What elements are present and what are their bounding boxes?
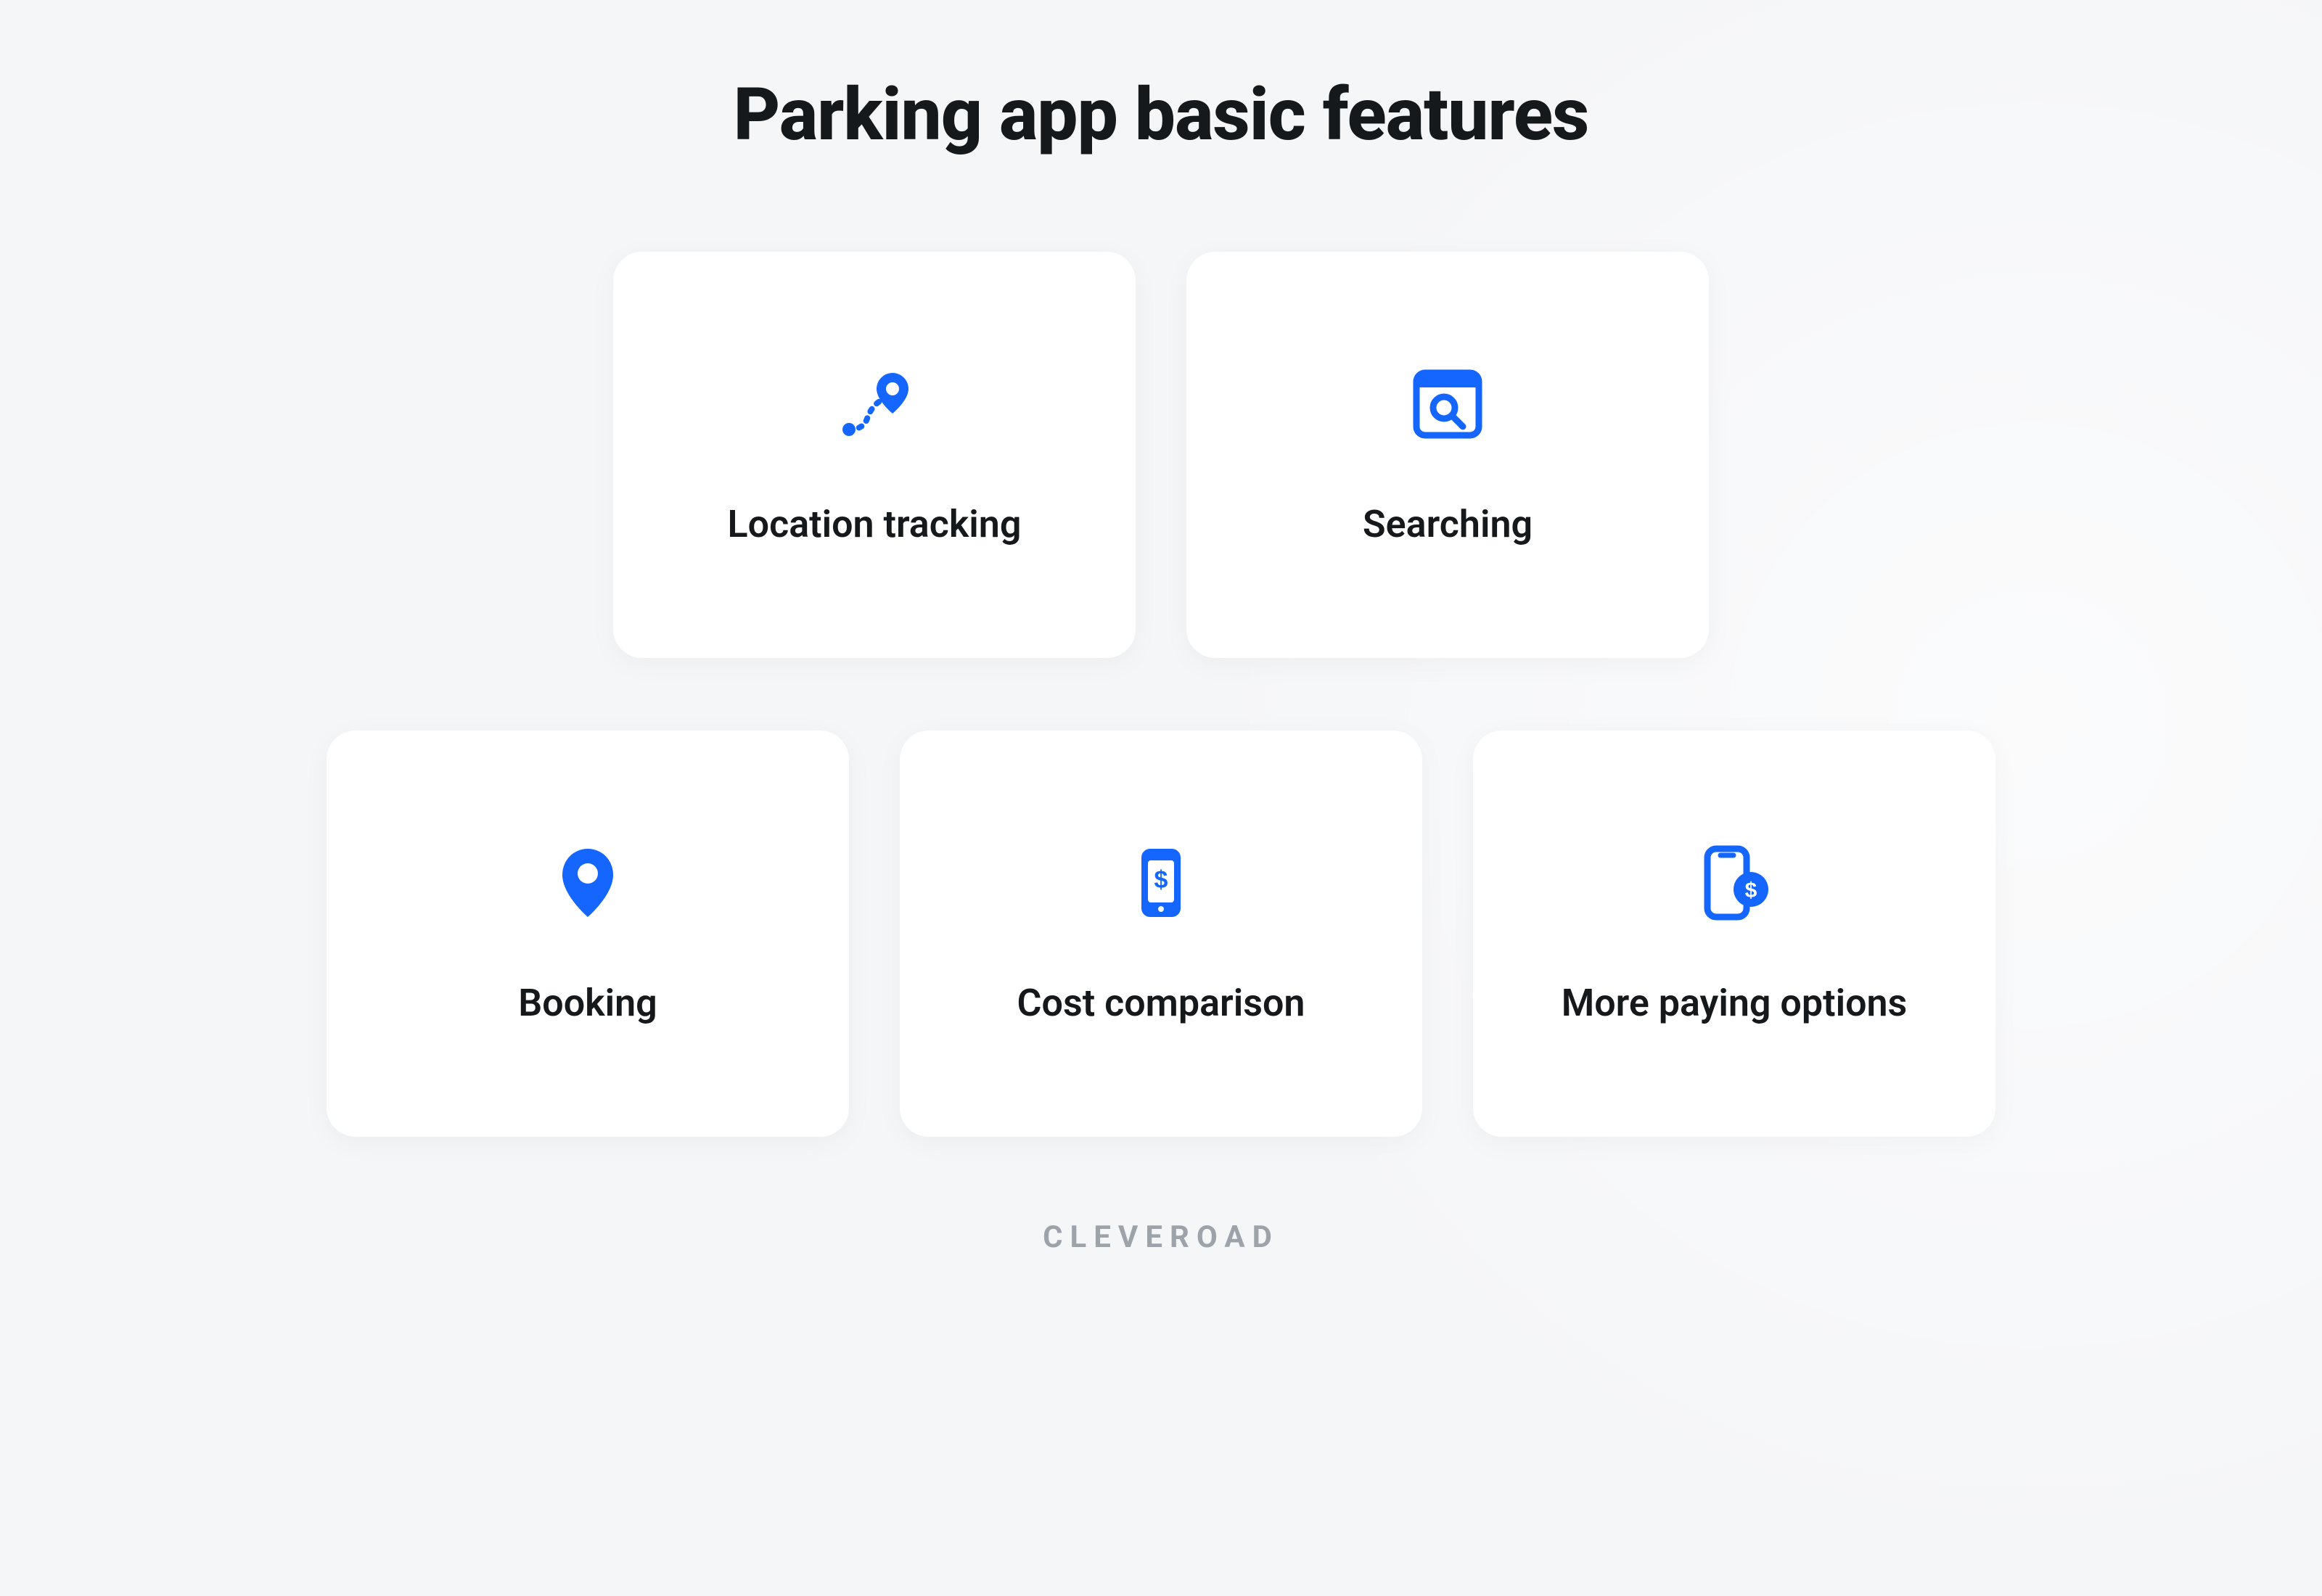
feature-label: Cost comparison	[1017, 981, 1305, 1025]
feature-label: Booking	[518, 981, 657, 1025]
feature-card-booking: Booking	[327, 731, 849, 1137]
feature-label: More paying options	[1562, 981, 1908, 1025]
feature-card-paying-options: $ More paying options	[1473, 731, 1995, 1137]
page-title: Parking app basic features	[734, 73, 1589, 157]
phone-coin-icon: $	[1694, 843, 1774, 923]
phone-dollar-icon: $	[1121, 843, 1201, 923]
feature-label: Searching	[1363, 502, 1533, 546]
map-pin-icon	[548, 843, 628, 923]
feature-row-1: Location tracking Searching	[613, 252, 1709, 658]
feature-row-2: Booking $ Cost comparison $	[327, 731, 1995, 1137]
location-route-icon	[834, 364, 914, 444]
svg-text:$: $	[1154, 866, 1168, 894]
feature-card-searching: Searching	[1186, 252, 1709, 658]
feature-card-cost-comparison: $ Cost comparison	[900, 731, 1422, 1137]
brand-logo: CLEVEROAD	[1043, 1219, 1279, 1255]
feature-label: Location tracking	[728, 502, 1022, 546]
search-window-icon	[1408, 364, 1488, 444]
feature-card-location-tracking: Location tracking	[613, 252, 1136, 658]
svg-text:$: $	[1745, 879, 1757, 902]
